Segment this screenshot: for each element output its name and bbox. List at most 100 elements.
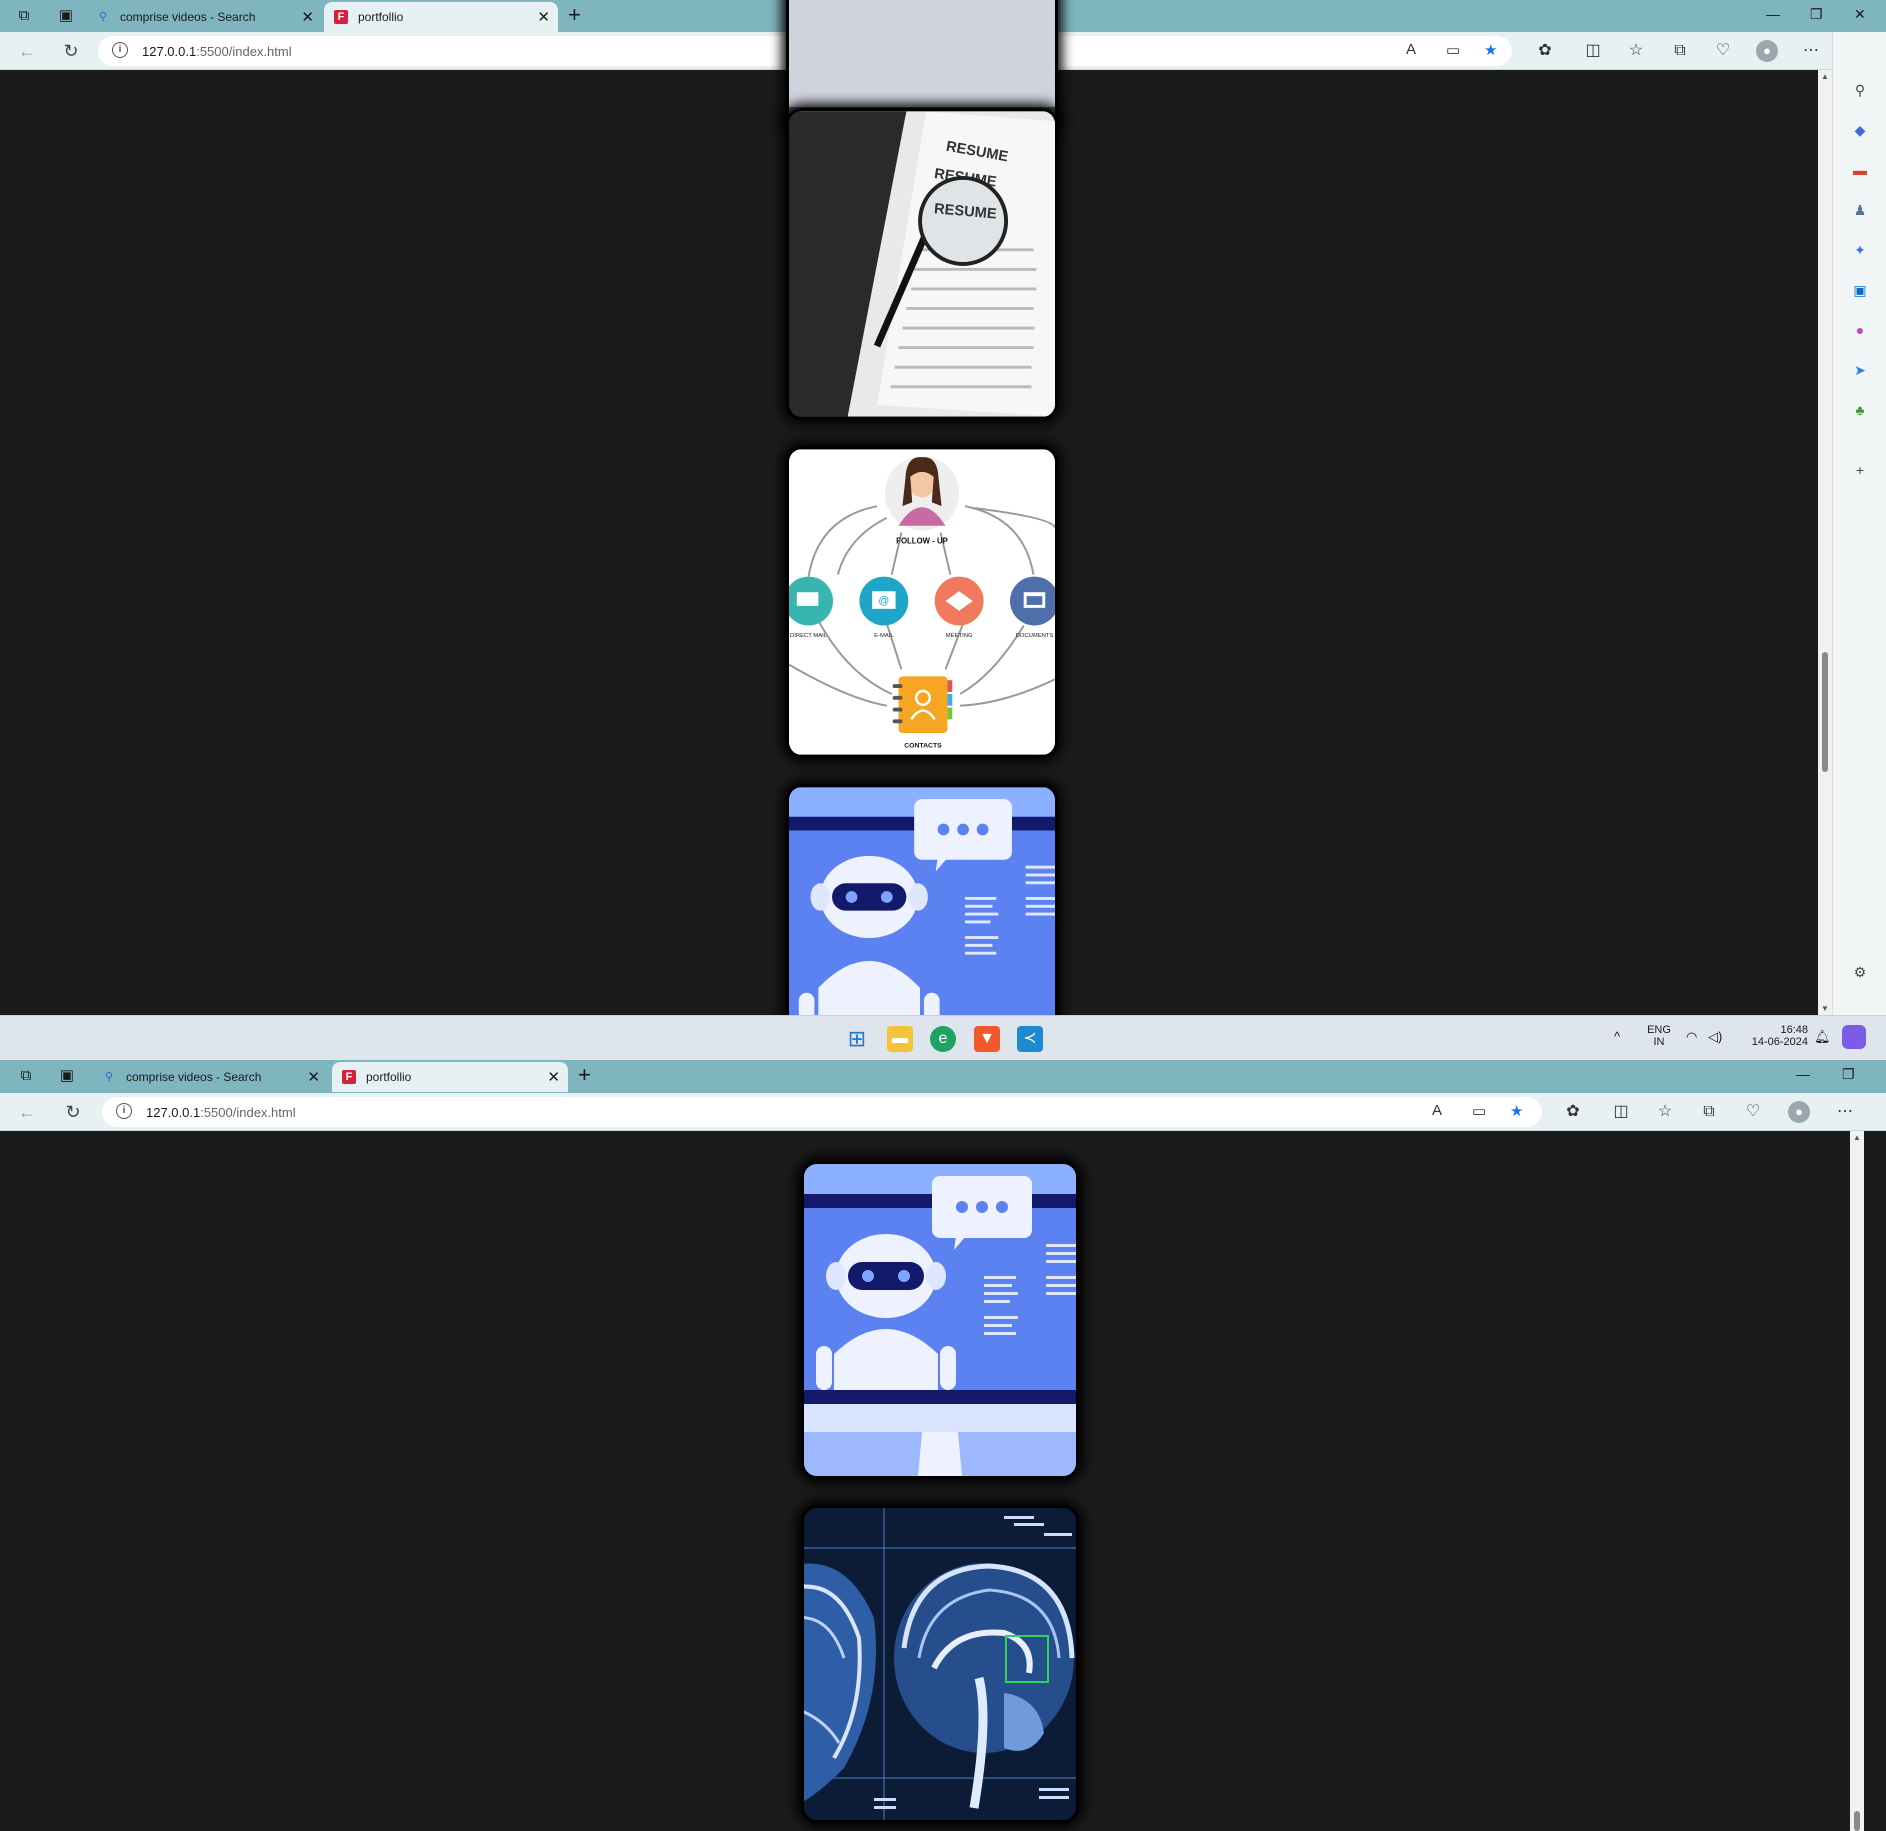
chatbot-project-card[interactable] bbox=[786, 784, 1058, 1015]
resume-project-card[interactable]: RESUME RESUME RESUME bbox=[786, 108, 1058, 420]
browser-window-top: ⧉ ▣ ⚲ comprise videos - Search ✕ F portf… bbox=[0, 0, 1886, 1015]
minimize-icon[interactable]: — bbox=[1796, 1066, 1810, 1082]
refresh-icon[interactable]: ↻ bbox=[60, 40, 82, 62]
read-aloud-icon[interactable]: A bbox=[1432, 1102, 1442, 1119]
file-explorer-icon[interactable]: ▬ bbox=[887, 1026, 913, 1052]
minimize-icon[interactable]: — bbox=[1766, 6, 1780, 22]
back-arrow-icon[interactable]: ← bbox=[16, 40, 38, 62]
favorites-icon[interactable]: ☆ bbox=[1654, 1101, 1676, 1123]
portfolio-favicon-icon: F bbox=[342, 1070, 356, 1084]
immersive-reader-icon[interactable]: ▭ bbox=[1446, 41, 1460, 59]
send-icon[interactable]: ➤ bbox=[1850, 360, 1870, 380]
profile-avatar[interactable]: ● bbox=[1756, 40, 1778, 62]
site-info-icon[interactable]: i bbox=[112, 42, 128, 58]
wifi-icon[interactable]: ◠ bbox=[1686, 1029, 1697, 1045]
outlook-icon[interactable]: ▣ bbox=[1850, 280, 1870, 300]
collections-icon[interactable]: ⧉ bbox=[1669, 40, 1691, 62]
search-icon[interactable]: ⚲ bbox=[1850, 80, 1870, 100]
refresh-icon[interactable]: ↻ bbox=[62, 1101, 84, 1123]
page-scrollbar[interactable]: ▲ ▼ bbox=[1818, 70, 1832, 1015]
clock[interactable]: 16:48 14-06-2024 bbox=[1738, 1024, 1808, 1048]
back-arrow-icon[interactable]: ← bbox=[16, 1101, 38, 1123]
site-info-icon[interactable]: i bbox=[116, 1103, 132, 1119]
tab-label: comprise videos - Search bbox=[126, 1070, 262, 1084]
close-tab-icon[interactable]: ✕ bbox=[537, 8, 550, 26]
svg-text:FOLLOW - UP: FOLLOW - UP bbox=[896, 536, 948, 545]
split-screen-icon[interactable]: ◫ bbox=[1610, 1101, 1632, 1123]
resume-magnifier-image: RESUME RESUME RESUME bbox=[789, 111, 1055, 417]
tree-icon[interactable]: ♣ bbox=[1850, 400, 1870, 420]
close-tab-icon[interactable]: ✕ bbox=[547, 1068, 560, 1086]
follow-up-diagram-image: FOLLOW - UP @ DIRECT MAIL E-MAIL MEETING… bbox=[789, 449, 1055, 755]
windows-start-icon[interactable]: ⊞ bbox=[844, 1026, 870, 1052]
add-sidebar-app-icon[interactable]: + bbox=[1850, 460, 1870, 480]
brain-mri-scan-image bbox=[804, 1508, 1076, 1820]
vscode-icon[interactable]: ≺ bbox=[1017, 1026, 1043, 1052]
close-tab-icon[interactable]: ✕ bbox=[307, 1068, 320, 1086]
more-menu-icon[interactable]: ⋯ bbox=[1800, 40, 1822, 62]
tab-label: portfollio bbox=[366, 1070, 412, 1084]
favorite-star-icon[interactable]: ★ bbox=[1510, 1102, 1523, 1120]
close-window-icon[interactable]: ✕ bbox=[1854, 6, 1866, 23]
shopping-tag-icon[interactable]: ◆ bbox=[1850, 120, 1870, 140]
split-screen-icon[interactable]: ◫ bbox=[1582, 40, 1604, 62]
extensions-icon[interactable]: ✿ bbox=[1562, 1101, 1584, 1123]
collections-icon[interactable]: ⧉ bbox=[1698, 1101, 1720, 1123]
tab-portfolio[interactable]: F portfollio ✕ bbox=[332, 1062, 568, 1092]
tools-icon[interactable]: ▬ bbox=[1850, 160, 1870, 180]
scrollbar-thumb[interactable] bbox=[1822, 652, 1828, 772]
browser-essentials-icon[interactable]: ♡ bbox=[1742, 1101, 1764, 1123]
tab-portfolio[interactable]: F portfollio ✕ bbox=[324, 2, 558, 32]
volume-icon[interactable]: ◁) bbox=[1708, 1029, 1722, 1045]
microsoft-365-icon[interactable]: ✦ bbox=[1850, 240, 1870, 260]
workspaces-icon[interactable]: ⧉ bbox=[14, 6, 34, 26]
svg-text:DIRECT MAIL: DIRECT MAIL bbox=[790, 633, 828, 639]
tab-label: portfollio bbox=[358, 10, 404, 24]
scroll-up-icon[interactable]: ▲ bbox=[1821, 72, 1829, 81]
search-icon: ⚲ bbox=[98, 11, 108, 23]
designer-icon[interactable]: ● bbox=[1850, 320, 1870, 340]
windows-taskbar: ⊞ ▬ e ▼ ≺ ^ ENG IN ◠ ◁) 16:48 14-06-2024 🔔… bbox=[0, 1015, 1886, 1060]
scrollbar-thumb[interactable] bbox=[1854, 1811, 1860, 1831]
extensions-icon[interactable]: ✿ bbox=[1534, 40, 1556, 62]
url-text[interactable]: 127.0.0.1:5500/index.html bbox=[142, 44, 292, 59]
new-tab-icon[interactable]: + bbox=[568, 2, 581, 28]
scroll-down-icon[interactable]: ▼ bbox=[1821, 1004, 1829, 1013]
restore-icon[interactable]: ❐ bbox=[1842, 1066, 1855, 1083]
tab-actions-icon[interactable]: ▣ bbox=[56, 6, 76, 26]
favorite-star-icon[interactable]: ★ bbox=[1484, 41, 1497, 59]
copilot-taskbar-icon[interactable] bbox=[1842, 1025, 1866, 1049]
edge-browser-icon[interactable]: e bbox=[930, 1026, 956, 1052]
follow-up-project-card[interactable]: FOLLOW - UP @ DIRECT MAIL E-MAIL MEETING… bbox=[786, 446, 1058, 758]
browser-essentials-icon[interactable]: ♡ bbox=[1712, 40, 1734, 62]
profile-avatar[interactable]: ● bbox=[1788, 1101, 1810, 1123]
address-bar[interactable]: i 127.0.0.1:5500/index.html A ▭ ★ bbox=[102, 1097, 1542, 1127]
scroll-up-icon[interactable]: ▲ bbox=[1853, 1133, 1861, 1142]
language-indicator[interactable]: ENG IN bbox=[1644, 1024, 1674, 1048]
tab-search[interactable]: ⚲ comprise videos - Search ✕ bbox=[92, 1062, 328, 1092]
url-text[interactable]: 127.0.0.1:5500/index.html bbox=[146, 1105, 296, 1120]
more-menu-icon[interactable]: ⋯ bbox=[1834, 1101, 1856, 1123]
page-scrollbar[interactable]: ▲ bbox=[1850, 1131, 1864, 1831]
games-icon[interactable]: ♟ bbox=[1850, 200, 1870, 220]
svg-text:MEETING: MEETING bbox=[946, 633, 973, 639]
close-tab-icon[interactable]: ✕ bbox=[301, 8, 314, 26]
notification-bell-icon[interactable]: 🔔︎ bbox=[1814, 1029, 1831, 1045]
page-viewport bbox=[0, 1131, 1850, 1831]
chatbot-project-card[interactable] bbox=[801, 1161, 1079, 1479]
brave-browser-icon[interactable]: ▼ bbox=[974, 1026, 1000, 1052]
tab-search[interactable]: ⚲ comprise videos - Search ✕ bbox=[86, 2, 322, 32]
immersive-reader-icon[interactable]: ▭ bbox=[1472, 1102, 1486, 1120]
workspaces-icon[interactable]: ⧉ bbox=[16, 1066, 36, 1086]
page-viewport: RESUME RESUME RESUME bbox=[0, 0, 1818, 1015]
brain-mri-project-card[interactable] bbox=[801, 1505, 1079, 1823]
new-tab-icon[interactable]: + bbox=[578, 1062, 591, 1088]
read-aloud-icon[interactable]: A bbox=[1406, 41, 1416, 58]
favorites-icon[interactable]: ☆ bbox=[1625, 40, 1647, 62]
sidebar-settings-gear-icon[interactable]: ⚙ bbox=[1850, 962, 1870, 982]
restore-icon[interactable]: ❐ bbox=[1810, 6, 1823, 23]
portfolio-favicon-icon: F bbox=[334, 10, 348, 24]
show-hidden-icons-chevron-icon[interactable]: ^ bbox=[1614, 1029, 1620, 1044]
tab-actions-icon[interactable]: ▣ bbox=[57, 1066, 77, 1086]
chatbot-robot-image bbox=[789, 787, 1055, 1015]
